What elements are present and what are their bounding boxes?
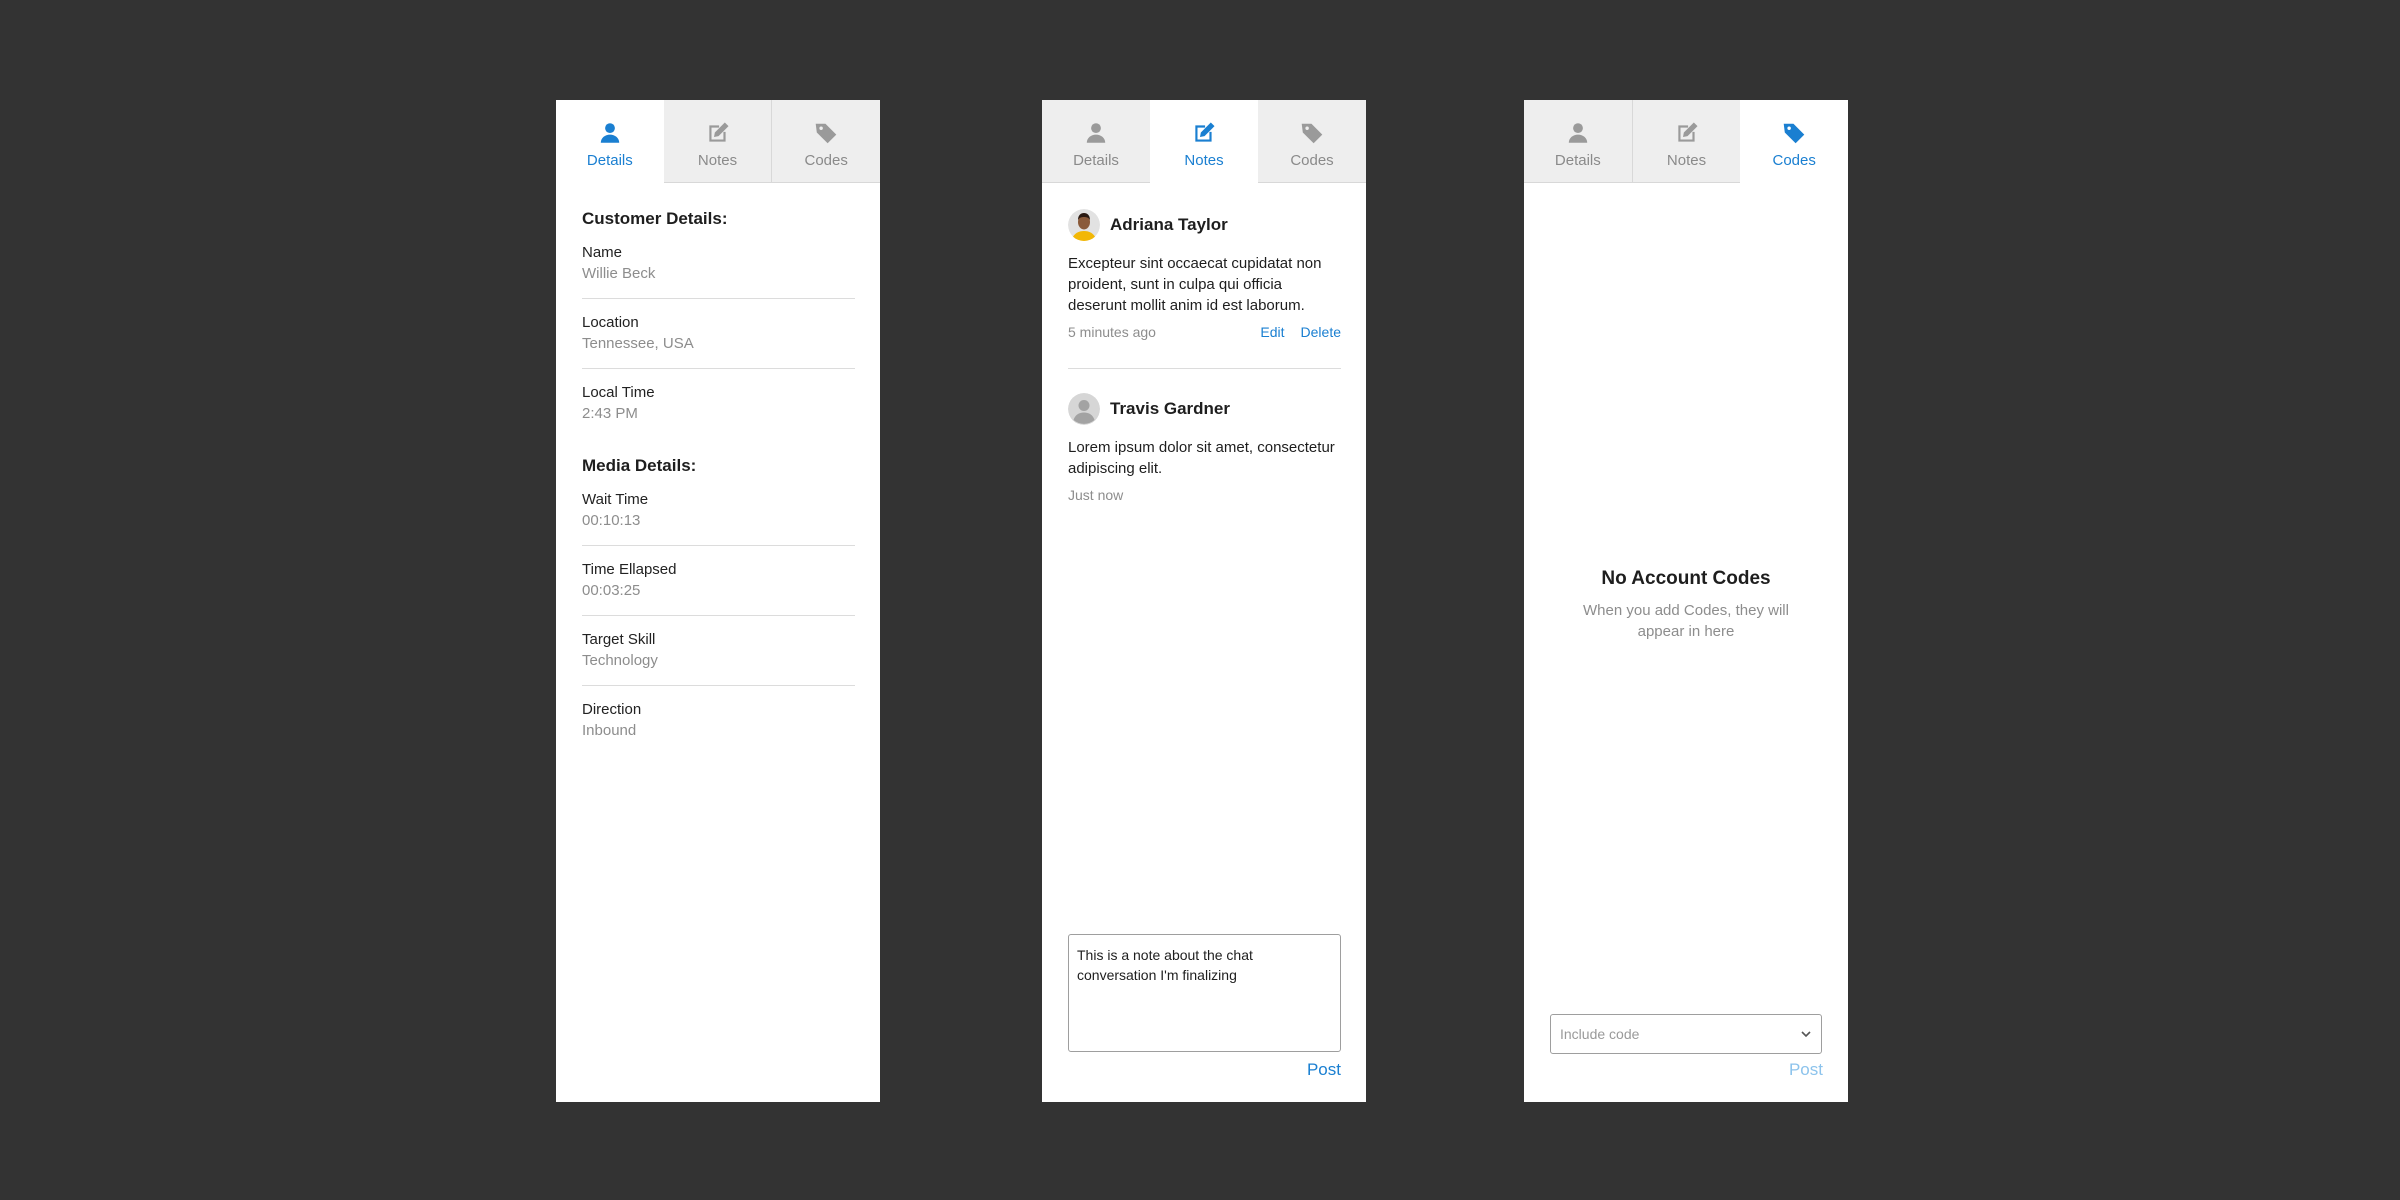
notes-panel: Details Notes Codes Adriana Taylor Excep… <box>1042 100 1366 1102</box>
tab-codes[interactable]: Codes <box>1258 100 1366 183</box>
post-code-button[interactable]: Post <box>1789 1060 1823 1080</box>
field-target-skill: Target Skill Technology <box>582 630 855 686</box>
note-item: Adriana Taylor Excepteur sint occaecat c… <box>1068 209 1341 340</box>
field-label: Time Ellapsed <box>582 561 677 578</box>
codes-empty-state: No Account Codes When you add Codes, the… <box>1524 568 1848 642</box>
include-code-select[interactable]: Include code <box>1550 1014 1822 1054</box>
note-text: Excepteur sint occaecat cupidatat non pr… <box>1068 255 1322 314</box>
field-value: Inbound <box>582 722 637 739</box>
section-title: Customer Details: <box>582 209 728 228</box>
field-value: Technology <box>582 652 658 669</box>
tab-details[interactable]: Details <box>1524 100 1632 183</box>
note-footer: Just now <box>1068 487 1341 503</box>
note-item: Travis Gardner Lorem ipsum dolor sit ame… <box>1068 393 1341 503</box>
details-content: Customer Details: Name Willie Beck Locat… <box>556 183 880 755</box>
tab-label: Details <box>1554 152 1601 169</box>
field-label: Direction <box>582 701 642 718</box>
note-author: Travis Gardner <box>1110 399 1231 418</box>
tab-bar: Details Notes Codes <box>1524 100 1849 183</box>
field-name: Name Willie Beck <box>582 243 855 299</box>
note-divider <box>1068 368 1341 369</box>
empty-state-title: No Account Codes <box>1601 568 1771 589</box>
field-time-elapsed: Time Ellapsed 00:03:25 <box>582 560 855 616</box>
field-location: Location Tennessee, USA <box>582 313 855 369</box>
tab-bar: Details Notes Codes <box>1042 100 1366 183</box>
field-direction: Direction Inbound <box>582 700 855 755</box>
tab-label: Notes <box>1184 152 1224 169</box>
field-value: 2:43 PM <box>582 405 638 422</box>
field-value: Willie Beck <box>582 265 656 282</box>
tab-details[interactable]: Details <box>556 100 664 183</box>
field-local-time: Local Time 2:43 PM <box>582 383 855 438</box>
select-placeholder: Include code <box>1560 1026 1640 1042</box>
note-author: Adriana Taylor <box>1110 215 1228 234</box>
tab-label: Codes <box>804 152 848 169</box>
field-value: 00:03:25 <box>582 582 641 599</box>
field-value: Tennessee, USA <box>582 335 694 352</box>
media-details-section: Media Details: Wait Time 00:10:13 Time E… <box>582 456 855 755</box>
note-header: Adriana Taylor <box>1068 209 1341 241</box>
post-note-button[interactable]: Post <box>1307 1060 1341 1080</box>
details-panel: Details Notes Codes Customer Details: Na… <box>556 100 881 1102</box>
person-icon <box>1083 120 1109 146</box>
tag-icon <box>1781 120 1807 146</box>
tab-codes[interactable]: Codes <box>1740 100 1849 183</box>
field-label: Target Skill <box>582 631 656 648</box>
edit-note-button[interactable]: Edit <box>1260 324 1284 340</box>
tab-codes[interactable]: Codes <box>771 100 881 183</box>
delete-note-button[interactable]: Delete <box>1301 324 1341 340</box>
tab-label: Codes <box>1772 152 1816 169</box>
field-wait-time: Wait Time 00:10:13 <box>582 490 855 546</box>
tab-details[interactable]: Details <box>1042 100 1150 183</box>
tag-icon <box>1299 120 1325 146</box>
person-icon <box>1565 120 1591 146</box>
field-label: Location <box>582 314 639 331</box>
customer-details-section: Customer Details: Name Willie Beck Locat… <box>582 209 855 438</box>
field-label: Name <box>582 244 623 261</box>
field-label: Local Time <box>582 384 655 401</box>
field-label: Wait Time <box>582 491 649 508</box>
notes-list: Adriana Taylor Excepteur sint occaecat c… <box>1042 183 1366 503</box>
tab-label: Notes <box>1666 152 1707 169</box>
edit-note-icon <box>705 120 731 146</box>
tab-label: Notes <box>697 152 738 169</box>
tab-notes[interactable]: Notes <box>1631 100 1741 183</box>
note-input[interactable]: This is a note about the chat conversati… <box>1068 934 1341 1052</box>
field-value: 00:10:13 <box>582 512 641 529</box>
note-timestamp: Just now <box>1068 487 1124 503</box>
note-footer: 5 minutes ago Edit Delete <box>1068 324 1341 340</box>
empty-state-subtitle: When you add Codes, they will appear in … <box>1583 602 1789 640</box>
note-header: Travis Gardner <box>1068 393 1341 425</box>
chevron-down-icon <box>1800 1028 1812 1040</box>
default-avatar-icon <box>1068 393 1100 425</box>
codes-panel: Details Notes Codes No Account Codes Whe… <box>1524 100 1849 1102</box>
edit-note-icon <box>1674 120 1700 146</box>
edit-note-icon <box>1191 120 1217 146</box>
tab-label: Details <box>1073 152 1119 169</box>
tag-icon <box>813 120 839 146</box>
avatar <box>1068 209 1100 241</box>
tab-label: Codes <box>1290 152 1334 169</box>
tab-bar: Details Notes Codes <box>556 100 881 183</box>
note-text: Lorem ipsum dolor sit amet, consectetur … <box>1068 439 1335 477</box>
tab-label: Details <box>586 152 633 169</box>
person-icon <box>597 120 623 146</box>
note-timestamp: 5 minutes ago <box>1068 324 1156 340</box>
section-title: Media Details: <box>582 456 697 475</box>
tab-notes[interactable]: Notes <box>663 100 772 183</box>
tab-notes[interactable]: Notes <box>1150 100 1258 183</box>
